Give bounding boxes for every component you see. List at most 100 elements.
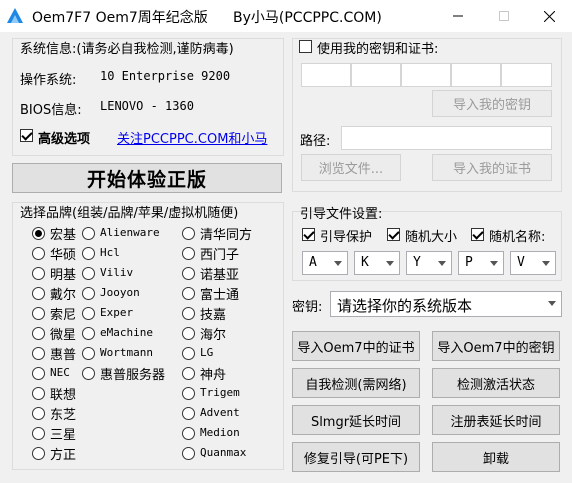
system-version-select[interactable]: 请选择你的系统版本	[330, 291, 562, 317]
boot-letter-value: Y	[413, 255, 421, 270]
brand-radio[interactable]	[32, 287, 45, 300]
key-segment-4[interactable]	[451, 63, 501, 87]
advanced-options-checkbox[interactable]	[20, 129, 33, 142]
brand-radio[interactable]	[82, 367, 95, 380]
uninstall-button[interactable]: 卸载	[432, 442, 560, 472]
brand-radio[interactable]	[82, 327, 95, 340]
boot-letter-select[interactable]: Y	[406, 251, 452, 275]
registry-extend-button[interactable]: 注册表延长时间	[432, 405, 560, 435]
self-check-button[interactable]: 自我检测(需网络)	[292, 368, 420, 398]
maximize-icon	[499, 11, 509, 21]
sysinfo-heading: 系统信息:(请务必自我检测,谨防病毒)	[20, 42, 234, 57]
boot-protect-checkbox[interactable]	[302, 228, 315, 241]
key-segment-3[interactable]	[401, 63, 451, 87]
brand-label: 惠普	[50, 348, 77, 363]
boot-letter-value: P	[465, 255, 473, 270]
brand-label: 西门子	[200, 248, 240, 263]
minimize-icon	[453, 15, 463, 17]
app-icon	[7, 8, 23, 23]
brand-label: 惠普服务器	[100, 368, 166, 383]
key-segment-1[interactable]	[301, 63, 351, 87]
brand-label: 微星	[50, 328, 77, 343]
random-name-label: 随机名称:	[489, 230, 546, 245]
random-size-label: 随机大小	[405, 230, 458, 245]
key-label: 密钥:	[292, 300, 323, 315]
brand-label: 清华同方	[200, 228, 253, 243]
brand-radio[interactable]	[182, 327, 195, 340]
brand-radio[interactable]	[182, 307, 195, 320]
brand-label: 戴尔	[50, 288, 77, 303]
brand-radio[interactable]	[32, 447, 45, 460]
boot-letter-select[interactable]: K	[354, 251, 400, 275]
brand-radio[interactable]	[182, 427, 195, 440]
use-my-key-checkbox[interactable]	[299, 40, 312, 53]
minimize-button[interactable]	[435, 0, 481, 32]
brand-radio[interactable]	[182, 227, 195, 240]
brand-radio[interactable]	[182, 447, 195, 460]
chevron-down-icon	[334, 261, 342, 266]
brand-label: Trigem	[200, 386, 240, 399]
detect-activation-button[interactable]: 检测激活状态	[432, 368, 560, 398]
boot-letter-select[interactable]: A	[302, 251, 348, 275]
bios-label: BIOS信息:	[20, 103, 82, 118]
boot-letter-select[interactable]: P	[458, 251, 504, 275]
brand-label: Wortmann	[100, 346, 153, 359]
brand-label: Quanmax	[200, 446, 247, 459]
slmgr-extend-button[interactable]: Slmgr延长时间	[292, 405, 420, 435]
brand-label: 方正	[50, 448, 77, 463]
random-name-checkbox[interactable]	[471, 228, 484, 241]
start-trial-button[interactable]: 开始体验正版	[12, 163, 282, 193]
brand-label: 华硕	[50, 248, 77, 263]
random-size-checkbox[interactable]	[387, 228, 400, 241]
follow-link[interactable]: 关注PCCPPC.COM和小马	[117, 128, 267, 147]
brand-radio[interactable]	[32, 267, 45, 280]
brand-label: Exper	[100, 306, 134, 319]
boot-letter-select[interactable]: V	[510, 251, 556, 275]
close-button[interactable]	[526, 0, 572, 32]
brand-radio[interactable]	[182, 387, 195, 400]
brand-label: 明基	[50, 268, 77, 283]
brand-radio[interactable]	[32, 327, 45, 340]
brand-radio[interactable]	[182, 267, 195, 280]
import-oem7-cert-button[interactable]: 导入Oem7中的证书	[292, 331, 420, 361]
brand-radio[interactable]	[82, 287, 95, 300]
brand-radio[interactable]	[82, 347, 95, 360]
brand-label: 东芝	[50, 408, 77, 423]
key-segment-5[interactable]	[501, 63, 552, 87]
os-label: 操作系统:	[20, 73, 77, 88]
browse-file-button[interactable]: 浏览文件...	[301, 154, 401, 181]
brand-radio[interactable]	[182, 367, 195, 380]
bios-value: LENOVO - 1360	[100, 99, 194, 113]
brand-label: 富士通	[200, 288, 240, 303]
import-my-cert-button[interactable]: 导入我的证书	[432, 154, 552, 181]
brand-radio[interactable]	[82, 227, 95, 240]
brand-radio[interactable]	[82, 267, 95, 280]
import-oem7-key-button[interactable]: 导入Oem7中的密钥	[432, 331, 560, 361]
brand-radio[interactable]	[182, 247, 195, 260]
brand-radio[interactable]	[32, 227, 45, 240]
boot-heading: 引导文件设置:	[300, 207, 383, 222]
system-version-value: 请选择你的系统版本	[337, 297, 473, 315]
brand-radio[interactable]	[32, 387, 45, 400]
brand-radio[interactable]	[32, 367, 45, 380]
os-value: 10 Enterprise 9200	[100, 69, 231, 83]
repair-boot-button[interactable]: 修复引导(可PE下)	[292, 442, 420, 472]
brand-radio[interactable]	[32, 427, 45, 440]
brand-radio[interactable]	[82, 307, 95, 320]
brand-radio[interactable]	[182, 347, 195, 360]
brand-radio[interactable]	[82, 247, 95, 260]
brand-radio[interactable]	[32, 307, 45, 320]
close-icon	[543, 10, 555, 22]
brand-radio[interactable]	[182, 407, 195, 420]
brand-label: 技嘉	[200, 308, 227, 323]
import-my-key-button[interactable]: 导入我的密钥	[432, 90, 552, 117]
key-segment-2[interactable]	[351, 63, 401, 87]
boot-protect-label: 引导保护	[320, 230, 373, 245]
brand-radio[interactable]	[32, 247, 45, 260]
brand-radio[interactable]	[32, 347, 45, 360]
brand-radio[interactable]	[32, 407, 45, 420]
brand-label: Alienware	[100, 226, 160, 239]
brand-label: 海尔	[200, 328, 227, 343]
brand-radio[interactable]	[182, 287, 195, 300]
path-input[interactable]	[341, 126, 552, 150]
